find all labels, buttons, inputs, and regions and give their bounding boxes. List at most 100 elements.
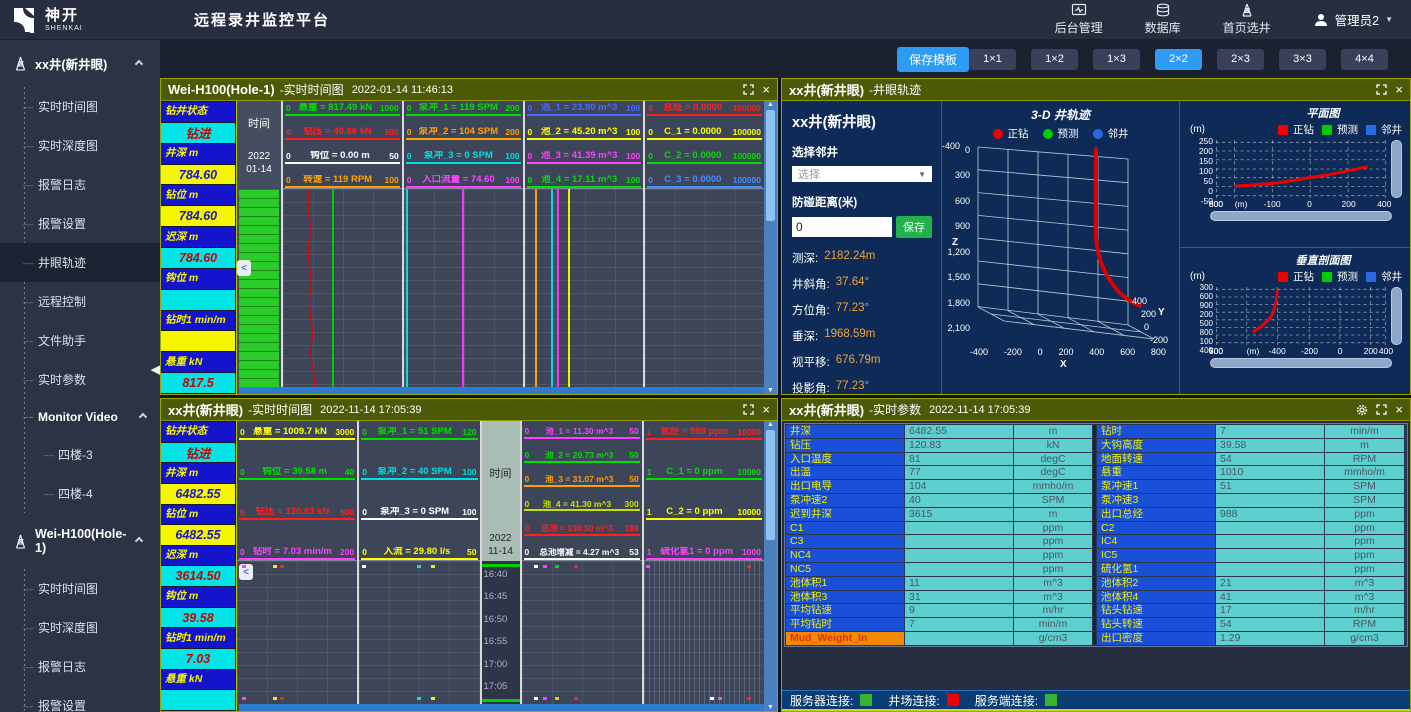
expand-icon[interactable] — [1376, 404, 1387, 415]
horizontal-slider[interactable] — [1210, 358, 1392, 368]
user-menu[interactable]: 管理员2 ▼ — [1313, 10, 1393, 29]
nav-backend-admin[interactable]: 后台管理 — [1055, 3, 1103, 36]
save-template-button[interactable]: 保存模板 — [897, 47, 969, 72]
trajectory-stat-row: 投影角: 77.23° — [792, 380, 933, 396]
curve-label[interactable]: 0 入口流量 = 74.60 100 — [406, 175, 521, 188]
curve-label[interactable]: 0 泵冲_3 = 0 SPM 100 — [361, 507, 477, 520]
nav-home-well-select[interactable]: 首页选井 — [1223, 3, 1271, 36]
sidebar-item[interactable]: 实时时间图 — [0, 87, 160, 126]
curve-label[interactable]: 0 泵冲_2 = 40 SPM 100 — [361, 467, 477, 480]
curve-label[interactable]: 0 入流 = 29.80 l/s 50 — [361, 547, 477, 560]
sidebar-item[interactable]: 报警设置 — [0, 204, 160, 243]
collapse-handle[interactable]: < — [237, 260, 251, 276]
horizontal-scrollbar[interactable] — [239, 704, 764, 711]
vertical-slider[interactable] — [1391, 287, 1402, 345]
curve-label[interactable]: 0 池_2 = 45.20 m^3 100 — [527, 127, 642, 140]
vertical-scrollbar[interactable]: ▲ ▼ — [764, 101, 777, 394]
curve-label[interactable]: 0 C_1 = 0.0000 100000 — [647, 127, 762, 140]
expand-icon[interactable] — [1376, 84, 1387, 95]
axis-tick: -200 — [1150, 335, 1168, 345]
curve-label[interactable]: 0 悬重 = 817.49 kN 1000 — [285, 103, 400, 116]
curve-label[interactable]: 0 悬重 = 1009.7 kN 3000 — [239, 427, 355, 440]
curve-label[interactable]: 0 钻时 = 7.03 min/m 200 — [239, 547, 355, 560]
layout-button[interactable]: 1×2 — [1031, 49, 1078, 70]
sidebar-item[interactable]: 文件助手 — [0, 321, 160, 360]
curve-label[interactable]: 0 池_2 = 20.73 m^3 50 — [524, 451, 640, 463]
curve-label[interactable]: 0 泵冲_1 = 119 SPM 200 — [406, 103, 521, 116]
param-unit: m^3 — [1325, 591, 1404, 604]
sidebar-item[interactable]: 四楼-3 — [0, 435, 160, 474]
curve-label[interactable]: 0 池_1 = 23.90 m^3 100 — [527, 103, 642, 116]
close-icon[interactable]: × — [1395, 83, 1403, 96]
scroll-down-icon[interactable]: ▼ — [767, 387, 774, 394]
vertical-scrollbar[interactable]: ▲ ▼ — [764, 421, 777, 711]
curve-label[interactable]: 1 总烃 = 988 ppm 10000 — [646, 427, 762, 440]
curve-label[interactable]: 0 转速 = 119 RPM 100 — [285, 175, 400, 188]
layout-button[interactable]: 4×4 — [1341, 49, 1388, 70]
layout-button[interactable]: 1×3 — [1093, 49, 1140, 70]
sidebar-item[interactable]: 实时深度图 — [0, 126, 160, 165]
curve-label[interactable]: 0 池_3 = 31.07 m^3 50 — [524, 475, 640, 487]
status-label: 井场连接: — [888, 692, 939, 709]
curve-label[interactable]: 0 钻压 = 40.66 kN 500 — [285, 127, 400, 140]
scroll-up-icon[interactable]: ▲ — [767, 101, 774, 108]
curve-label[interactable]: 0 池_1 = 11.30 m^3 50 — [524, 427, 640, 439]
param-unit: mmho/m — [1014, 480, 1092, 493]
curve-label[interactable]: 1 C_2 = 0 ppm 10000 — [646, 507, 762, 520]
close-icon[interactable]: × — [762, 403, 770, 416]
curve-label[interactable]: 0 总池 = 130.50 m^3 198 — [524, 524, 640, 536]
sidebar-item[interactable]: 井眼轨迹 — [0, 243, 160, 282]
sidebar-group-xx-well[interactable]: xx井(新井眼) — [0, 40, 160, 87]
sidebar-item[interactable]: 报警设置 — [0, 686, 160, 712]
horizontal-slider[interactable] — [1210, 211, 1392, 221]
curve-label[interactable]: 1 C_1 = 0 ppm 10000 — [646, 467, 762, 480]
sidebar-item[interactable]: 远程控制 — [0, 282, 160, 321]
neighbor-select[interactable]: 选择 ▼ — [792, 166, 932, 182]
scroll-down-icon[interactable]: ▼ — [767, 704, 774, 711]
curve-label[interactable]: 1 硫化氢1 = 0 ppm 1000 — [646, 547, 762, 560]
collision-distance-input[interactable] — [792, 217, 892, 237]
sidebar-item[interactable]: Monitor Video — [0, 399, 160, 435]
sidebar-collapse-icon[interactable]: ◀ — [150, 360, 160, 378]
sidebar-item[interactable]: 实时深度图 — [0, 608, 160, 647]
sidebar-group-wei-h100[interactable]: Wei-H100(Hole-1) — [0, 513, 160, 569]
sidebar-item[interactable]: 实时时间图 — [0, 569, 160, 608]
param-unit: mmho/m — [1325, 466, 1404, 479]
gear-icon[interactable] — [1356, 404, 1368, 416]
layout-button[interactable]: 1×1 — [969, 49, 1016, 70]
sidebar-item[interactable]: 实时参数 — [0, 360, 160, 399]
save-button[interactable]: 保存 — [896, 216, 932, 238]
layout-button[interactable]: 2×2 — [1155, 49, 1202, 70]
curve-label[interactable]: 0 钩位 = 39.58 m 40 — [239, 467, 355, 480]
scroll-thumb[interactable] — [766, 110, 775, 221]
curve-label[interactable]: 0 泵冲_3 = 0 SPM 100 — [406, 151, 521, 164]
close-icon[interactable]: × — [1395, 403, 1403, 416]
sidebar-item[interactable]: 四楼-4 — [0, 474, 160, 513]
curve-label[interactable]: 0 总烃 = 0.0000 100000 — [647, 103, 762, 116]
sidebar-item[interactable]: 报警日志 — [0, 647, 160, 686]
logo-cn: 神开 — [45, 8, 83, 23]
close-icon[interactable]: × — [762, 83, 770, 96]
curve-label[interactable]: 0 池_3 = 41.39 m^3 100 — [527, 151, 642, 164]
sidebar-item-label: 报警日志 — [38, 658, 86, 675]
nav-database[interactable]: 数据库 — [1145, 3, 1181, 36]
scroll-thumb[interactable] — [766, 430, 775, 540]
scroll-up-icon[interactable]: ▲ — [767, 421, 774, 428]
curve-label[interactable]: 0 C_3 = 0.0000 100000 — [647, 175, 762, 188]
curve-label[interactable]: 0 钻压 = 120.83 kN 500 — [239, 507, 355, 520]
curve-label[interactable]: 0 总池增减 = 4.27 m^3 53 — [524, 548, 640, 560]
curve-label[interactable]: 0 池_4 = 17.11 m^3 100 — [527, 175, 642, 188]
expand-icon[interactable] — [743, 404, 754, 415]
param-unit: SPM — [1325, 494, 1404, 507]
curve-label[interactable]: 0 池_4 = 41.30 m^3 300 — [524, 500, 640, 512]
horizontal-scrollbar[interactable] — [239, 387, 764, 394]
curve-label[interactable]: 0 钩位 = 0.00 m 50 — [285, 151, 400, 164]
vertical-slider[interactable] — [1391, 140, 1402, 198]
expand-icon[interactable] — [743, 84, 754, 95]
sidebar-item[interactable]: 报警日志 — [0, 165, 160, 204]
curve-label[interactable]: 0 C_2 = 0.0000 100000 — [647, 151, 762, 164]
curve-label[interactable]: 0 泵冲_2 = 104 SPM 200 — [406, 127, 521, 140]
curve-label[interactable]: 0 泵冲_1 = 51 SPM 120 — [361, 427, 477, 440]
layout-button[interactable]: 3×3 — [1279, 49, 1326, 70]
layout-button[interactable]: 2×3 — [1217, 49, 1264, 70]
